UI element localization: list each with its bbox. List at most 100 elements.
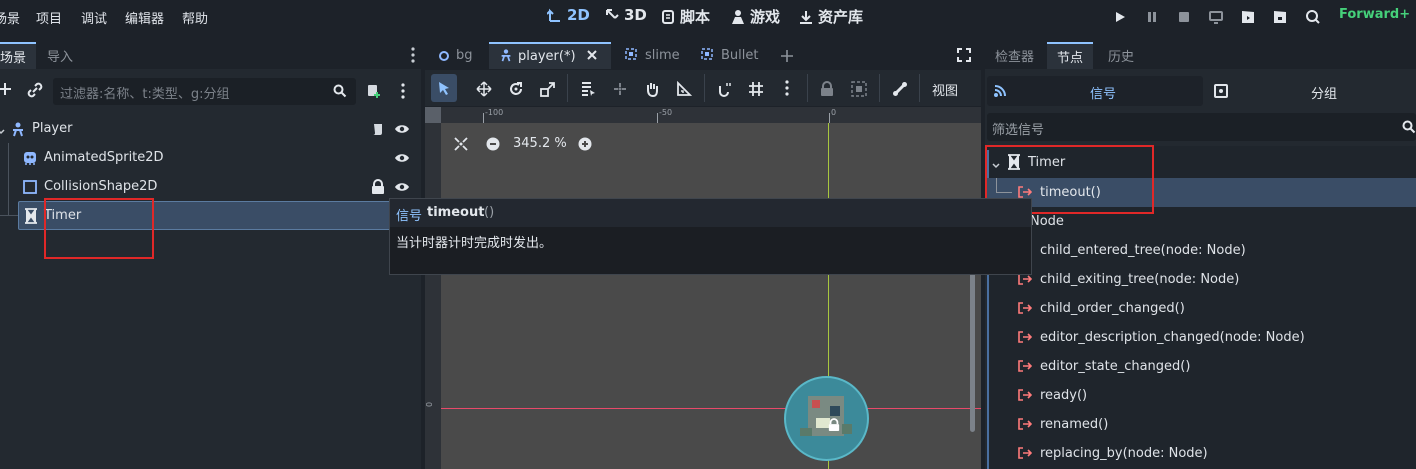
center-view-icon[interactable] [454, 137, 468, 155]
signal-item[interactable]: editor_state_changed() [987, 352, 1416, 381]
grid-snap-icon[interactable] [748, 81, 764, 101]
view-menu-button[interactable]: 视图 [932, 80, 958, 99]
signal-item-label: replacing_by(node: Node) [1040, 446, 1208, 461]
tree-node-collisionshape2d[interactable]: CollisionShape2D [0, 172, 415, 201]
signal-item[interactable]: ready() [987, 381, 1416, 410]
asset-library-icon [798, 9, 814, 25]
signal-filter-placeholder: 筛选信号 [992, 123, 1045, 138]
signal-filter-input[interactable]: 筛选信号 [987, 113, 1416, 141]
signal-item-label: ready() [1040, 388, 1088, 403]
script-attached-icon[interactable] [370, 121, 386, 141]
workspace-game-button[interactable]: 游戏 [730, 6, 780, 27]
group-selected-icon[interactable] [851, 81, 867, 101]
signal-arrow-icon [1018, 302, 1033, 318]
script-icon [660, 9, 676, 25]
ruler-tick [483, 113, 484, 123]
stop-icon[interactable] [1176, 9, 1192, 25]
signal-tooltip: 信号 timeout () 当计时器计时完成时发出。 [389, 198, 1032, 275]
tab-node[interactable]: 节点 [1047, 42, 1094, 69]
play-custom-scene-icon[interactable] [1272, 9, 1288, 25]
add-scene-tab-icon[interactable] [780, 49, 794, 67]
tooltip-parens: () [484, 205, 495, 220]
scene-filter-input[interactable]: 过滤器:名称、t:类型、g:分组 [53, 78, 356, 105]
signal-item[interactable]: child_exiting_tree(node: Node) [987, 265, 1416, 294]
tree-node-player[interactable]: Player [0, 114, 415, 143]
menu-editor[interactable]: 编辑器 [125, 8, 164, 27]
zoom-in-icon[interactable] [578, 137, 592, 155]
move-tool-icon[interactable] [476, 81, 492, 101]
instantiate-scene-icon[interactable] [27, 82, 43, 102]
zoom-out-icon[interactable] [486, 137, 500, 155]
skeleton-bone-icon[interactable] [892, 81, 908, 101]
signal-item[interactable]: child_entered_tree(node: Node) [987, 236, 1416, 265]
ruler-tool-icon[interactable] [676, 80, 693, 101]
x-axis-line [441, 408, 981, 409]
menu-help[interactable]: 帮助 [182, 8, 208, 27]
renderer-selector[interactable]: Forward+ [1339, 7, 1410, 22]
groups-subtab[interactable]: 分组 [1205, 76, 1416, 106]
distraction-free-icon[interactable] [957, 48, 971, 66]
add-node-icon[interactable] [0, 82, 12, 100]
select-tool-button[interactable] [431, 74, 457, 102]
movie-maker-icon[interactable] [1305, 9, 1321, 25]
menu-project[interactable]: 项目 [36, 8, 62, 27]
signal-arrow-icon [1018, 273, 1033, 289]
visibility-eye-icon[interactable] [394, 122, 410, 140]
list-select-icon[interactable] [580, 81, 596, 101]
tab-node-label: 节点 [1057, 51, 1084, 66]
tab-import[interactable]: 导入 [37, 42, 83, 69]
signal-item[interactable]: editor_description_changed(node: Node) [987, 323, 1416, 352]
lock-selected-icon[interactable] [820, 81, 834, 101]
visibility-eye-icon[interactable] [394, 151, 410, 169]
play-icon[interactable] [1112, 9, 1128, 25]
pan-hand-icon[interactable] [644, 81, 660, 101]
visibility-eye-icon[interactable] [394, 180, 410, 198]
menu-scene[interactable]: 场景 [0, 8, 20, 27]
attach-script-icon[interactable] [366, 83, 382, 103]
scene-tab-slime[interactable]: slime [614, 42, 690, 69]
workspace-script-button[interactable]: 脚本 [660, 6, 710, 27]
scene-tab-bullet[interactable]: Bullet [690, 42, 768, 69]
scene-filter-placeholder: 过滤器:名称、t:类型、g:分组 [60, 87, 230, 102]
toolbar-separator [807, 74, 808, 102]
close-tab-icon[interactable] [586, 49, 598, 65]
play-scene-icon[interactable] [1240, 9, 1256, 25]
tab-scene[interactable]: 场景 [0, 42, 37, 69]
workspace-game-label: 游戏 [750, 8, 781, 26]
signal-item[interactable]: child_order_changed() [987, 294, 1416, 323]
workspace-asset-library-label: 资产库 [818, 8, 864, 26]
tab-inspector[interactable]: 检查器 [985, 42, 1044, 69]
tab-scene-label: 场景 [0, 51, 27, 66]
signal-item[interactable]: replacing_by(node: Node) [987, 439, 1416, 468]
timer-icon [24, 208, 38, 228]
collapse-arrow-icon[interactable] [0, 125, 5, 140]
player-sprite[interactable] [784, 376, 869, 461]
sprite-detail [830, 406, 840, 416]
lock-icon[interactable] [371, 179, 385, 199]
tab-history[interactable]: 历史 [1098, 42, 1144, 69]
zoom-level[interactable]: 345.2 % [513, 136, 567, 151]
workspace-asset-library-button[interactable]: 资产库 [798, 6, 863, 27]
signals-subtab[interactable]: 信号 [987, 76, 1203, 106]
scale-tool-icon[interactable] [540, 81, 556, 101]
menu-debug[interactable]: 调试 [81, 8, 107, 27]
signal-item[interactable]: renamed() [987, 410, 1416, 439]
rotate-tool-icon[interactable] [508, 81, 524, 101]
remote-debug-icon[interactable] [1208, 9, 1224, 25]
scene-tab-player[interactable]: player(*) [489, 42, 611, 69]
signal-item-label: child_order_changed() [1040, 301, 1185, 316]
scene-tree-menu-icon[interactable] [400, 82, 406, 104]
pivot-tool-icon[interactable] [612, 81, 628, 101]
viewport-scrollbar[interactable] [970, 267, 975, 432]
tree-node-animatedsprite2d[interactable]: AnimatedSprite2D [0, 143, 415, 172]
workspace-2d-button[interactable]: 2D [547, 6, 590, 24]
smart-snap-icon[interactable] [717, 81, 733, 101]
scene-tab-bg[interactable]: bg [429, 42, 483, 69]
scene-dock-menu-icon[interactable] [410, 46, 416, 68]
workspace-3d-button[interactable]: 3D [604, 6, 647, 24]
snap-options-icon[interactable] [784, 79, 790, 101]
ruler-tick [829, 113, 830, 123]
canvas-viewport[interactable]: -100 -50 0 0 345.2 % [425, 107, 981, 469]
pause-icon[interactable] [1144, 9, 1160, 25]
signal-class-node-label: Node [1030, 214, 1064, 229]
